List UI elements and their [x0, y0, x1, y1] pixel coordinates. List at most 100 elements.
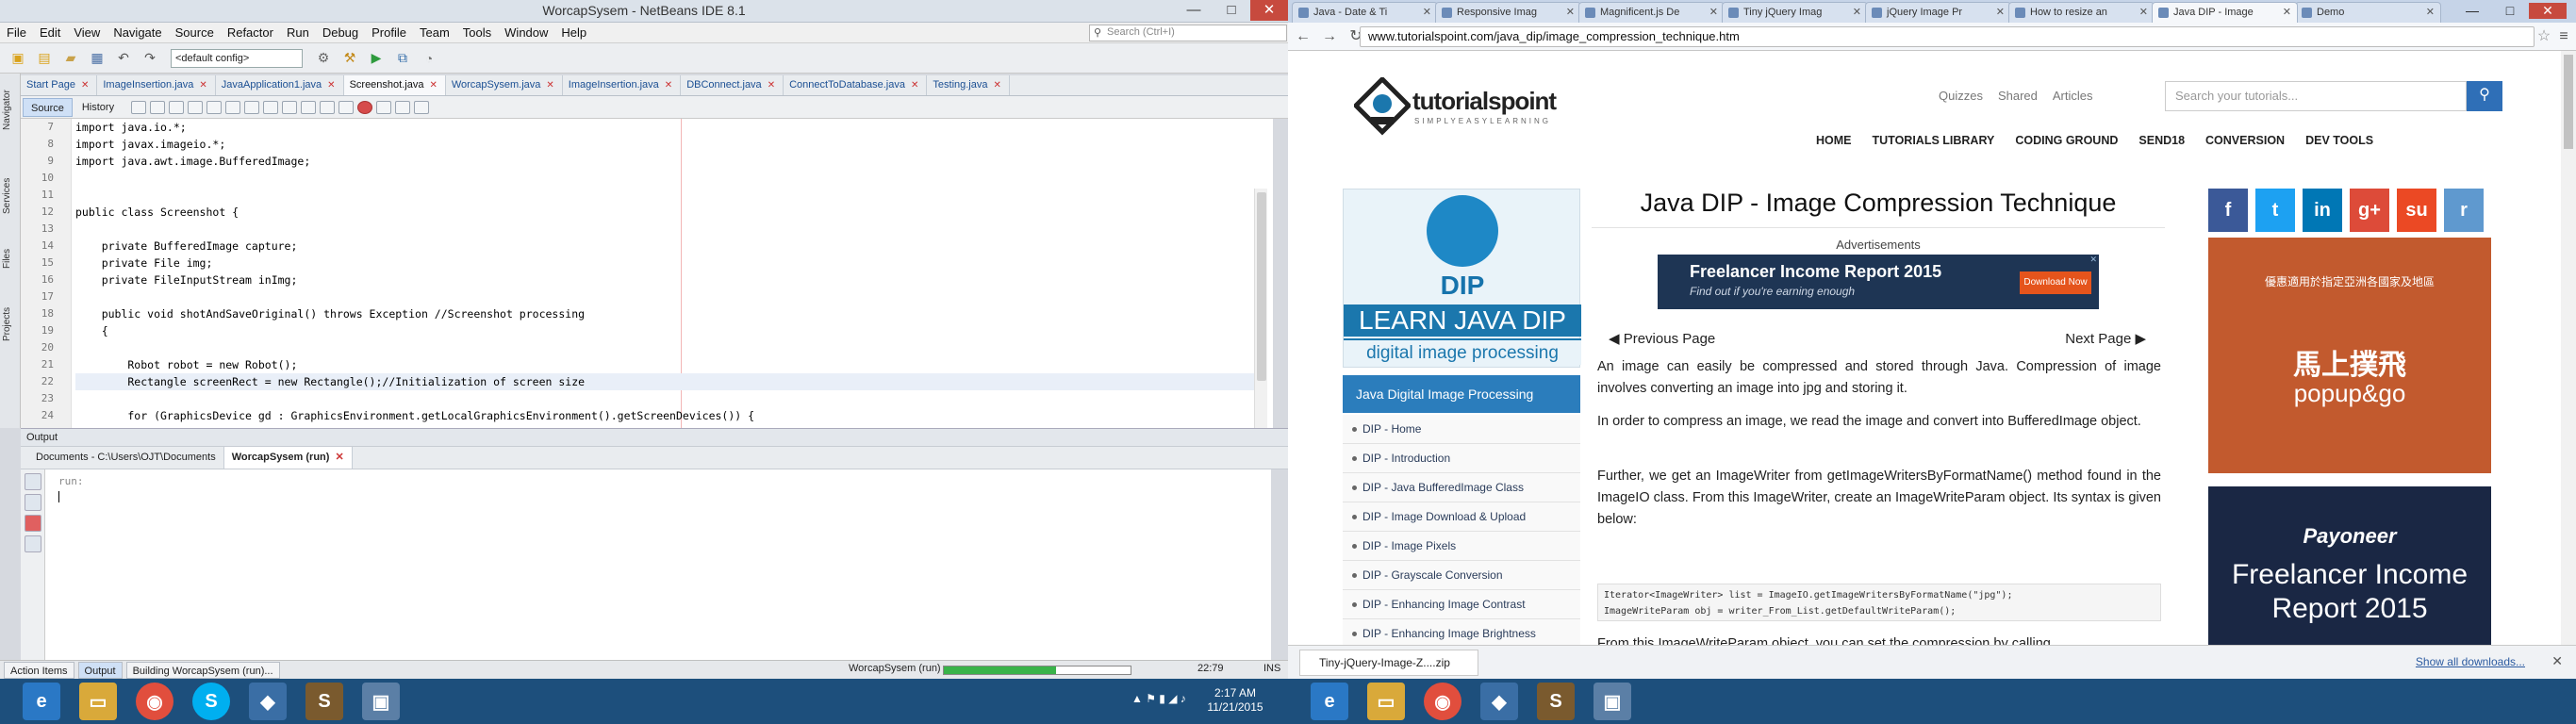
- window-icon[interactable]: ▣: [1593, 683, 1631, 720]
- editor-tab[interactable]: Start Page ✕: [21, 75, 98, 95]
- show-all-downloads-link[interactable]: Show all downloads...: [2416, 655, 2525, 668]
- output-tab-documents[interactable]: Documents - C:\Users\OJT\Documents: [28, 447, 224, 469]
- editor-tab[interactable]: DBConnect.java ✕: [681, 75, 784, 95]
- stop-macro-icon[interactable]: [357, 100, 373, 114]
- chrome-icon[interactable]: ◉: [136, 683, 173, 720]
- rerun-options-icon[interactable]: [25, 494, 41, 511]
- netbeans-icon[interactable]: ◆: [249, 683, 287, 720]
- browser-tab[interactable]: Responsive Imag ✕: [1435, 2, 1581, 23]
- menu-debug[interactable]: Debug: [316, 23, 365, 43]
- code-area[interactable]: import java.io.*; import javax.imageio.*;…: [75, 119, 1254, 428]
- editor-tab[interactable]: ConnectToDatabase.java ✕: [784, 75, 928, 95]
- undo-icon[interactable]: ↶: [113, 48, 134, 69]
- ie-icon[interactable]: e: [23, 683, 60, 720]
- toggle-highlight-icon[interactable]: [244, 100, 260, 114]
- nav-coding-ground[interactable]: CODING GROUND: [2015, 134, 2118, 147]
- redo-icon[interactable]: ↷: [140, 48, 160, 69]
- shared-link[interactable]: Shared: [1998, 89, 2038, 103]
- nav-send18[interactable]: SEND18: [2138, 134, 2185, 147]
- close-icon[interactable]: ✕: [429, 80, 437, 90]
- chrome-icon[interactable]: ◉: [1424, 683, 1461, 720]
- menu-navigate[interactable]: Navigate: [107, 23, 168, 43]
- find-prev-icon[interactable]: [206, 100, 223, 114]
- system-tray[interactable]: ▲ ⚑ ▮ ◢ ♪: [1131, 692, 1186, 705]
- minimize-button[interactable]: —: [1175, 0, 1213, 21]
- forward-icon[interactable]: [169, 100, 185, 114]
- menu-team[interactable]: Team: [413, 23, 456, 43]
- ie-icon[interactable]: e: [1311, 683, 1348, 720]
- download-item[interactable]: Tiny-jQuery-Image-Z....zip: [1299, 650, 1478, 676]
- navigator-panel-tab[interactable]: Navigator: [2, 77, 19, 143]
- editor-tab[interactable]: ImageInsertion.java ✕: [97, 75, 216, 95]
- menu-run[interactable]: Run: [280, 23, 316, 43]
- tutorial-menu-item[interactable]: DIP - Home: [1343, 415, 1580, 444]
- browser-tab[interactable]: Demo ✕: [2295, 2, 2441, 23]
- history-tab[interactable]: History: [74, 98, 122, 117]
- menu-window[interactable]: Window: [498, 23, 554, 43]
- close-icon[interactable]: ✕: [2283, 3, 2291, 22]
- tutorial-menu-item[interactable]: DIP - Enhancing Image Contrast: [1343, 590, 1580, 619]
- output-console[interactable]: run:: [45, 469, 1271, 660]
- editor-tab[interactable]: WorcapSysem.java ✕: [445, 75, 563, 95]
- profile-icon[interactable]: ◔: [419, 48, 439, 69]
- menu-file[interactable]: File: [0, 23, 33, 43]
- shift-right-icon[interactable]: [301, 100, 317, 114]
- back-icon[interactable]: [150, 100, 166, 114]
- close-icon[interactable]: ✕: [1853, 3, 1861, 22]
- ad-download-button[interactable]: Download Now: [2020, 272, 2091, 294]
- debug-icon[interactable]: ⧉: [392, 48, 413, 69]
- shift-left-icon[interactable]: [282, 100, 298, 114]
- stop-icon[interactable]: [25, 515, 41, 532]
- files-panel-tab[interactable]: Files: [2, 239, 19, 277]
- stumbleupon-icon[interactable]: su: [2397, 189, 2436, 232]
- side-ad-payoneer[interactable]: Payoneer Freelancer Income Report 2015: [2208, 486, 2491, 645]
- diff-icon[interactable]: [395, 100, 411, 114]
- toggle-rect-icon[interactable]: [263, 100, 279, 114]
- close-button[interactable]: ✕: [1250, 0, 1288, 21]
- output-button[interactable]: Output: [77, 661, 123, 679]
- file-explorer-icon[interactable]: ▭: [1367, 683, 1405, 720]
- menu-view[interactable]: View: [67, 23, 107, 43]
- open-project-icon[interactable]: ▰: [60, 48, 81, 69]
- settings-icon[interactable]: [25, 535, 41, 552]
- browser-tab[interactable]: Magnificent.js De ✕: [1578, 2, 1725, 23]
- download-bar-close-icon[interactable]: ✕: [2551, 653, 2563, 669]
- linkedin-icon[interactable]: in: [2303, 189, 2342, 232]
- maximize-button[interactable]: □: [1213, 0, 1250, 21]
- browser-tab[interactable]: jQuery Image Pr ✕: [1865, 2, 2011, 23]
- close-icon[interactable]: ✕: [335, 452, 343, 463]
- editor-tab[interactable]: JavaApplication1.java ✕: [215, 75, 344, 95]
- comment-icon[interactable]: [320, 100, 336, 114]
- nav-conversion[interactable]: CONVERSION: [2205, 134, 2285, 147]
- services-panel-tab[interactable]: Services: [2, 168, 19, 224]
- nav-tutorials-library[interactable]: TUTORIALS LIBRARY: [1873, 134, 1995, 147]
- address-bar[interactable]: www.tutorialspoint.com/java_dip/image_co…: [1360, 26, 2535, 47]
- output-tab-run[interactable]: WorcapSysem (run) ✕: [223, 447, 353, 469]
- code-editor[interactable]: 7 8 9 10 11 12 13 14 15 16 17 18 19 20 21 22 23 24 import…: [21, 119, 1273, 428]
- close-icon[interactable]: ✕: [993, 80, 1000, 90]
- close-icon[interactable]: ✕: [327, 80, 335, 90]
- browser-maximize-button[interactable]: □: [2491, 3, 2529, 18]
- clean-build-icon[interactable]: ⚒: [339, 48, 360, 69]
- editor-tab[interactable]: Testing.java ✕: [927, 75, 1010, 95]
- editor-tab[interactable]: Screenshot.java ✕: [343, 75, 446, 95]
- save-all-icon[interactable]: ▦: [87, 48, 107, 69]
- rerun-icon[interactable]: [25, 473, 41, 490]
- side-ad-popupgo[interactable]: 優惠適用於指定亞洲各國家及地區 馬上撲飛 popup&go: [2208, 238, 2491, 473]
- reddit-icon[interactable]: r: [2444, 189, 2484, 232]
- editor-tab[interactable]: ImageInsertion.java ✕: [562, 75, 682, 95]
- sublime-icon[interactable]: S: [305, 683, 343, 720]
- close-icon[interactable]: ✕: [768, 80, 775, 90]
- browser-minimize-button[interactable]: —: [2453, 3, 2491, 18]
- nav-home[interactable]: HOME: [1816, 134, 1852, 147]
- previous-page-link[interactable]: ◀ Previous Page: [1609, 330, 1715, 347]
- find-next-icon[interactable]: [225, 100, 241, 114]
- close-icon[interactable]: ✕: [546, 80, 553, 90]
- last-edit-icon[interactable]: [131, 100, 147, 114]
- tutorial-menu-item[interactable]: DIP - Java BufferedImage Class: [1343, 473, 1580, 502]
- browser-tab[interactable]: How to resize an ✕: [2008, 2, 2155, 23]
- chrome-menu-icon[interactable]: ≡: [2555, 26, 2572, 47]
- toggle-bookmark-icon[interactable]: [414, 100, 430, 114]
- facebook-icon[interactable]: f: [2208, 189, 2248, 232]
- search-button[interactable]: ⚲: [2467, 81, 2502, 111]
